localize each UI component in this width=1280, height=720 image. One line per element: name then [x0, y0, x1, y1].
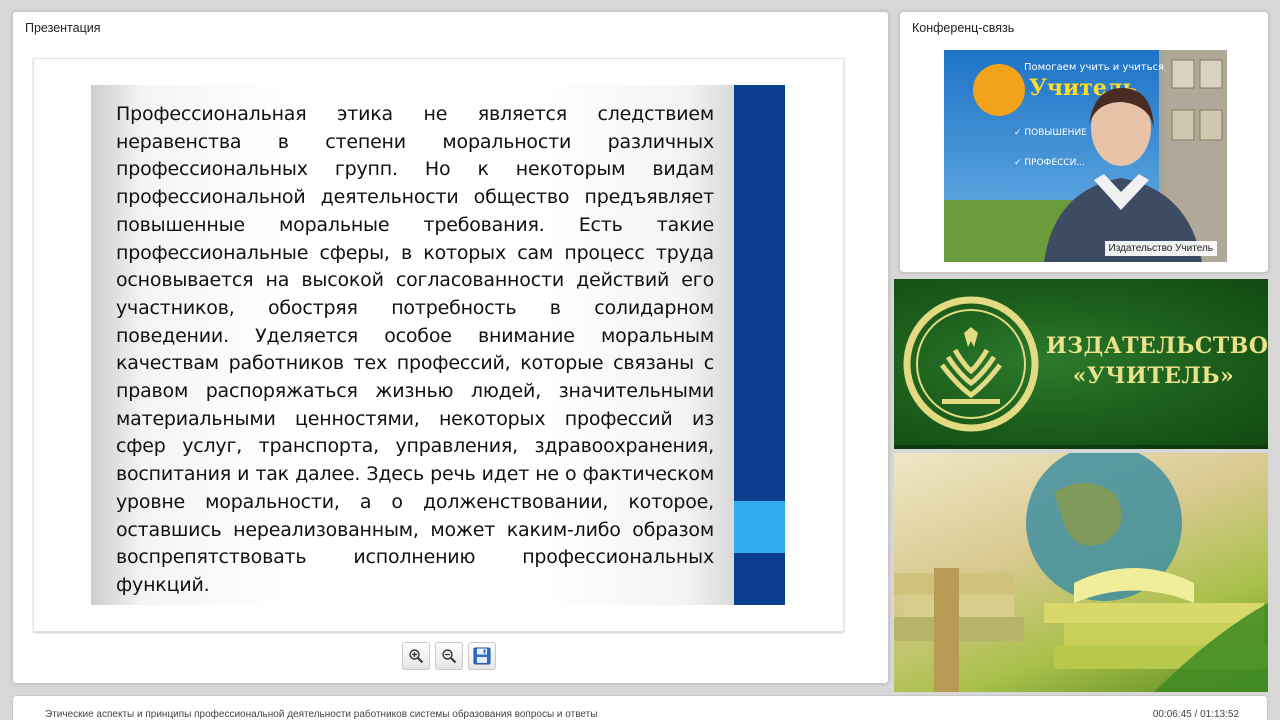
publisher-logo-icon	[903, 296, 1039, 432]
slide-decorative-bar-accent	[734, 501, 785, 553]
save-button[interactable]	[468, 642, 496, 670]
zoom-out-button[interactable]	[435, 642, 463, 670]
presentation-panel: Презентация Профессиональная этика не яв…	[12, 11, 889, 684]
svg-text:Помогаем учить и учиться: Помогаем учить и учиться	[1024, 62, 1164, 73]
promo-title-line1: ИЗДАТЕЛЬСТВО	[1046, 333, 1268, 359]
svg-text:✓ ПОВЫШЕНИЕ: ✓ ПОВЫШЕНИЕ	[1014, 128, 1087, 138]
lecture-title: Этические аспекты и принципы профессиона…	[45, 709, 598, 720]
zoom-out-icon	[442, 649, 457, 664]
promo-title: ИЗДАТЕЛЬСТВО «УЧИТЕЛЬ»	[1046, 331, 1268, 391]
conference-panel-title: Конференц-связь	[912, 21, 1015, 35]
zoom-in-button[interactable]	[402, 642, 430, 670]
playback-time: 00:06:45 / 01:13:52	[1152, 709, 1239, 720]
promo-banner: ИЗДАТЕЛЬСТВО «УЧИТЕЛЬ»	[894, 279, 1268, 449]
promo-books-image	[894, 453, 1268, 692]
slide-toolbar	[402, 642, 496, 670]
video-feed[interactable]: Помогаем учить и учиться Учитель ✓ ПОВЫШ…	[944, 50, 1227, 262]
conference-panel: Конференц-связь Помогаем учить и учиться…	[899, 11, 1269, 273]
slide-decorative-bar	[734, 85, 785, 605]
presentation-panel-title: Презентация	[25, 21, 101, 35]
slide-text-box: Профессиональная этика не является следс…	[91, 85, 739, 605]
video-caption: Издательство Учитель	[1104, 241, 1217, 256]
footer-bar: Этические аспекты и принципы профессиона…	[12, 695, 1268, 720]
promo-title-line2: «УЧИТЕЛЬ»	[1072, 363, 1235, 389]
globe-and-books-illustration	[894, 453, 1268, 692]
floppy-disk-icon	[473, 647, 491, 665]
slide: Профессиональная этика не является следс…	[33, 58, 844, 632]
video-frame-image: Помогаем учить и учиться Учитель ✓ ПОВЫШ…	[944, 50, 1227, 262]
publisher-promo: ИЗДАТЕЛЬСТВО «УЧИТЕЛЬ»	[894, 279, 1268, 692]
slide-text: Профессиональная этика не является следс…	[116, 103, 714, 596]
svg-text:✓ ПРОФЕССИ...: ✓ ПРОФЕССИ...	[1014, 158, 1085, 168]
zoom-in-icon	[409, 649, 424, 664]
